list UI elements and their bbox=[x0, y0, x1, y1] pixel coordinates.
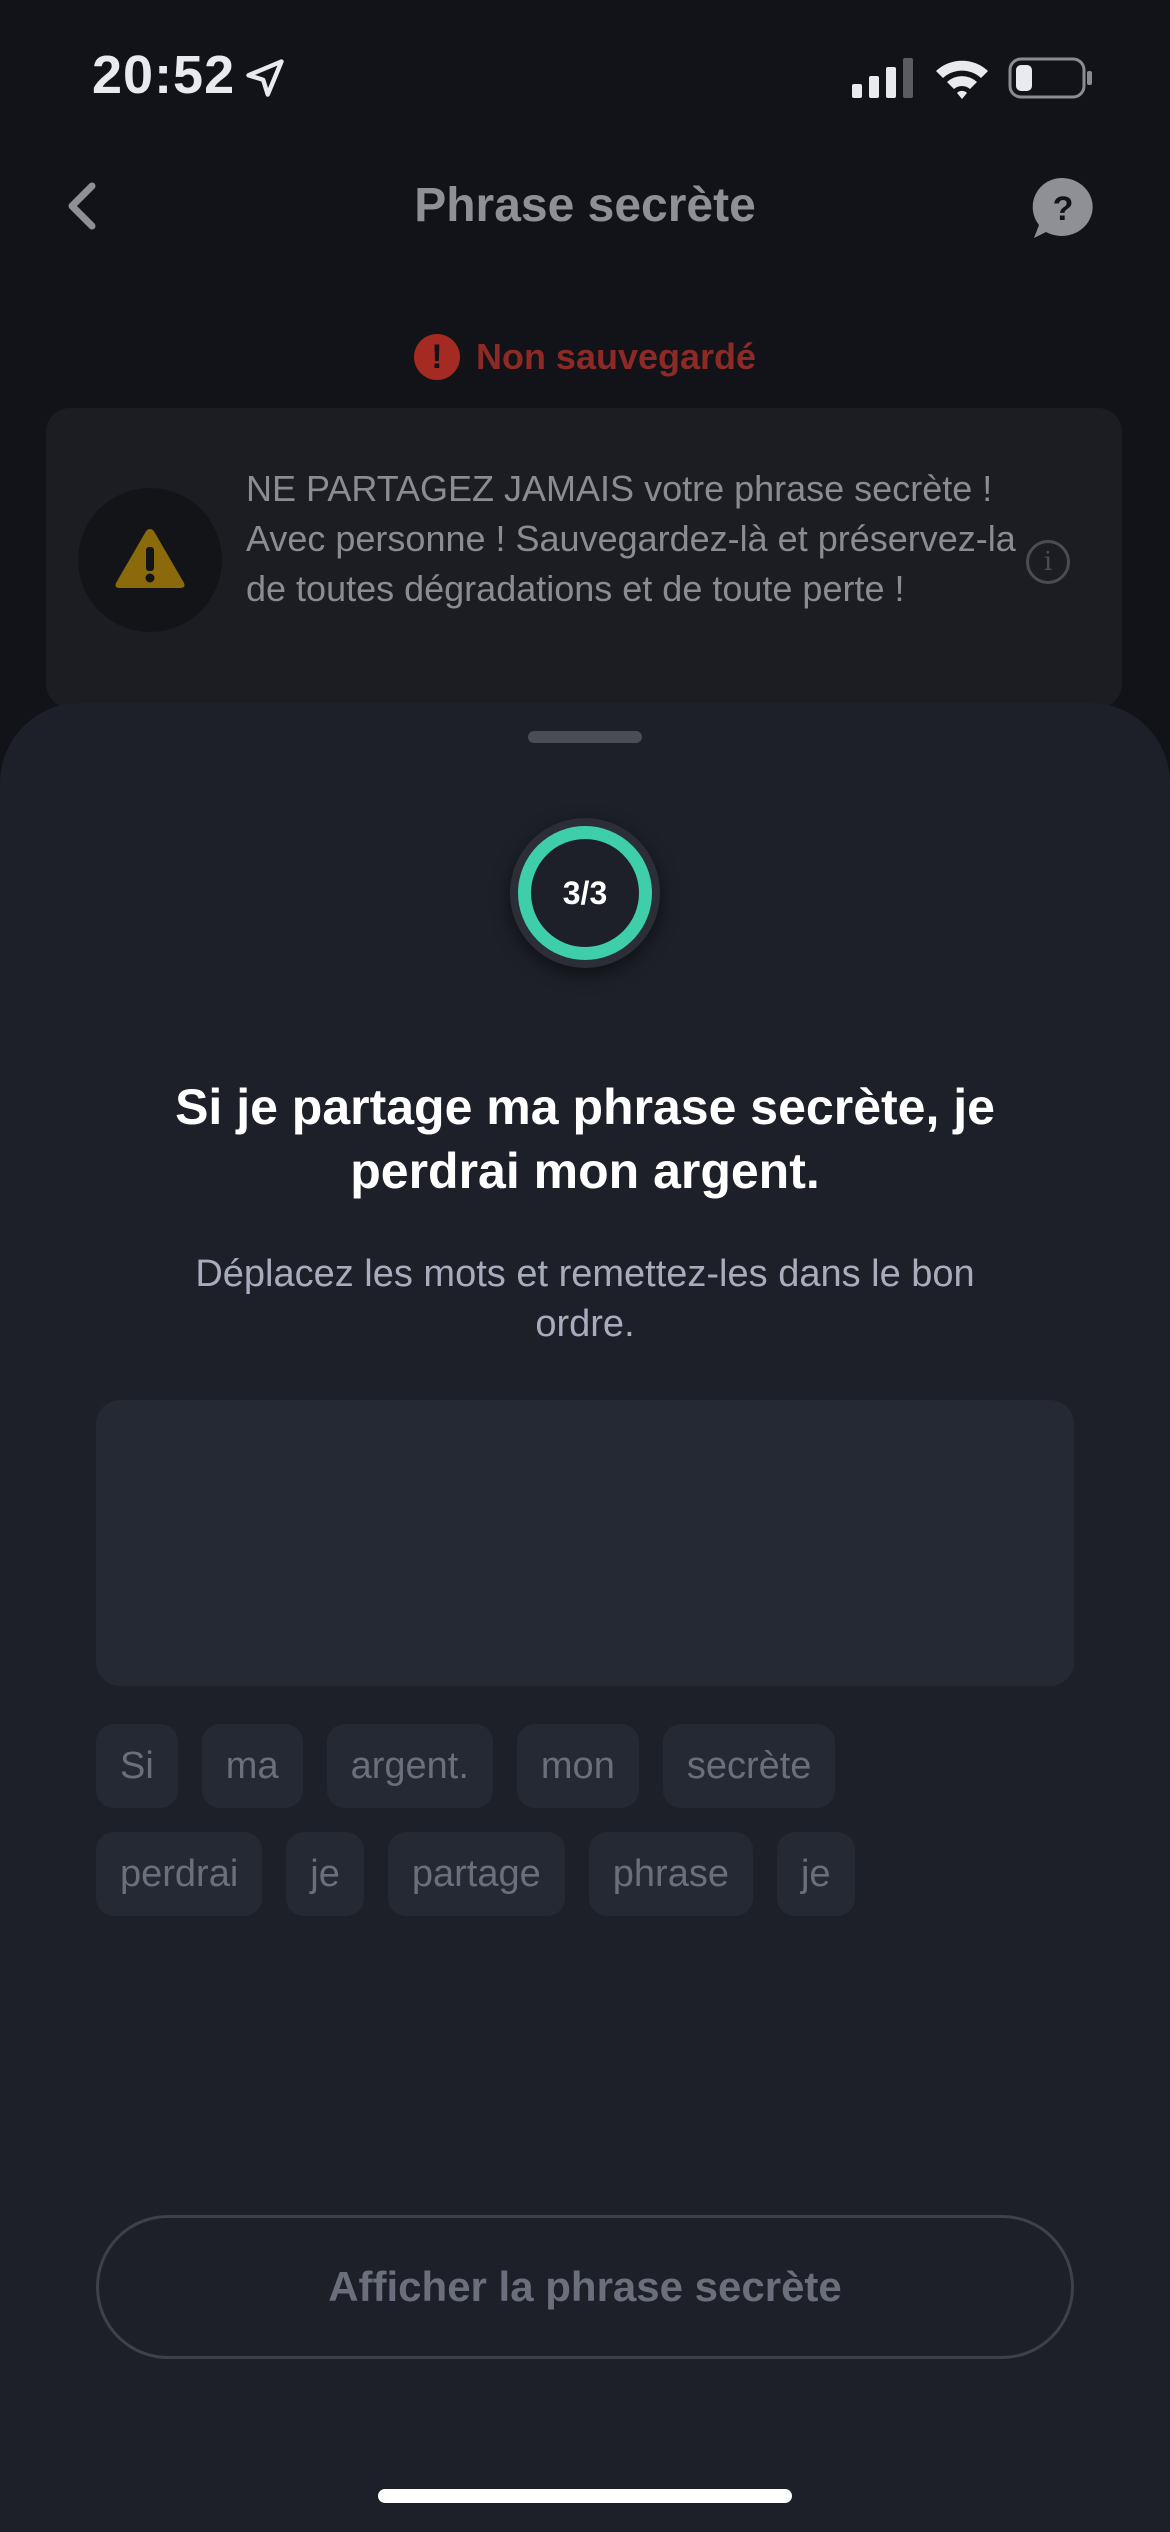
page-title: Phrase secrète bbox=[414, 179, 756, 232]
word-bank: Si ma argent. mon secrète perdrai je par… bbox=[96, 1724, 1086, 1940]
save-status-text: Non sauvegardé bbox=[475, 336, 757, 377]
word-chip[interactable]: partage bbox=[387, 1832, 565, 1916]
warning-icon-badge bbox=[78, 488, 222, 632]
word-chip[interactable]: secrète bbox=[662, 1724, 836, 1808]
warning-card: NE PARTAGEZ JAMAIS votre phrase secrète … bbox=[46, 408, 1122, 708]
svg-text:?: ? bbox=[1053, 190, 1074, 228]
word-chip[interactable]: argent. bbox=[326, 1724, 493, 1808]
word-chip[interactable]: Si bbox=[96, 1724, 178, 1808]
battery-icon bbox=[1008, 57, 1092, 99]
word-drop-zone[interactable] bbox=[96, 1400, 1074, 1686]
show-secret-phrase-button[interactable]: Afficher la phrase secrète bbox=[96, 2215, 1074, 2359]
status-time: 20:52 bbox=[92, 45, 236, 105]
save-status: Non sauvegardé bbox=[0, 334, 1170, 380]
word-chip[interactable]: ma bbox=[201, 1724, 303, 1808]
status-bar: 20:52 bbox=[0, 0, 1170, 150]
warning-triangle-icon bbox=[115, 529, 185, 588]
progress-label: 3/3 bbox=[562, 875, 608, 911]
progress-indicator: 3/3 bbox=[510, 818, 660, 968]
quiz-instructions: Déplacez les mots et remettez-les dans l… bbox=[195, 1253, 975, 1345]
location-arrow-icon bbox=[246, 59, 284, 97]
cellular-signal-icon bbox=[852, 58, 913, 98]
sheet-drag-handle[interactable] bbox=[528, 731, 642, 743]
word-chip[interactable]: perdrai bbox=[96, 1832, 263, 1916]
bottom-sheet: 3/3 Si je partage ma phrase secrète, je … bbox=[0, 703, 1170, 2532]
word-row: perdrai je partage phrase je bbox=[96, 1832, 1086, 1916]
word-chip[interactable]: je bbox=[286, 1832, 364, 1916]
word-chip[interactable]: mon bbox=[516, 1724, 639, 1808]
wifi-icon bbox=[936, 60, 988, 99]
warning-text: NE PARTAGEZ JAMAIS votre phrase secrète … bbox=[246, 468, 1016, 609]
info-icon[interactable]: i bbox=[1026, 540, 1070, 584]
home-indicator bbox=[378, 2489, 792, 2503]
word-chip[interactable]: je bbox=[776, 1832, 855, 1916]
word-row: Si ma argent. mon secrète bbox=[96, 1724, 1086, 1808]
help-icon[interactable]: ? bbox=[1030, 176, 1096, 242]
quiz-title: Si je partage ma phrase secrète, je perd… bbox=[175, 1079, 995, 1199]
word-chip[interactable]: phrase bbox=[588, 1832, 753, 1916]
error-icon bbox=[413, 334, 460, 380]
